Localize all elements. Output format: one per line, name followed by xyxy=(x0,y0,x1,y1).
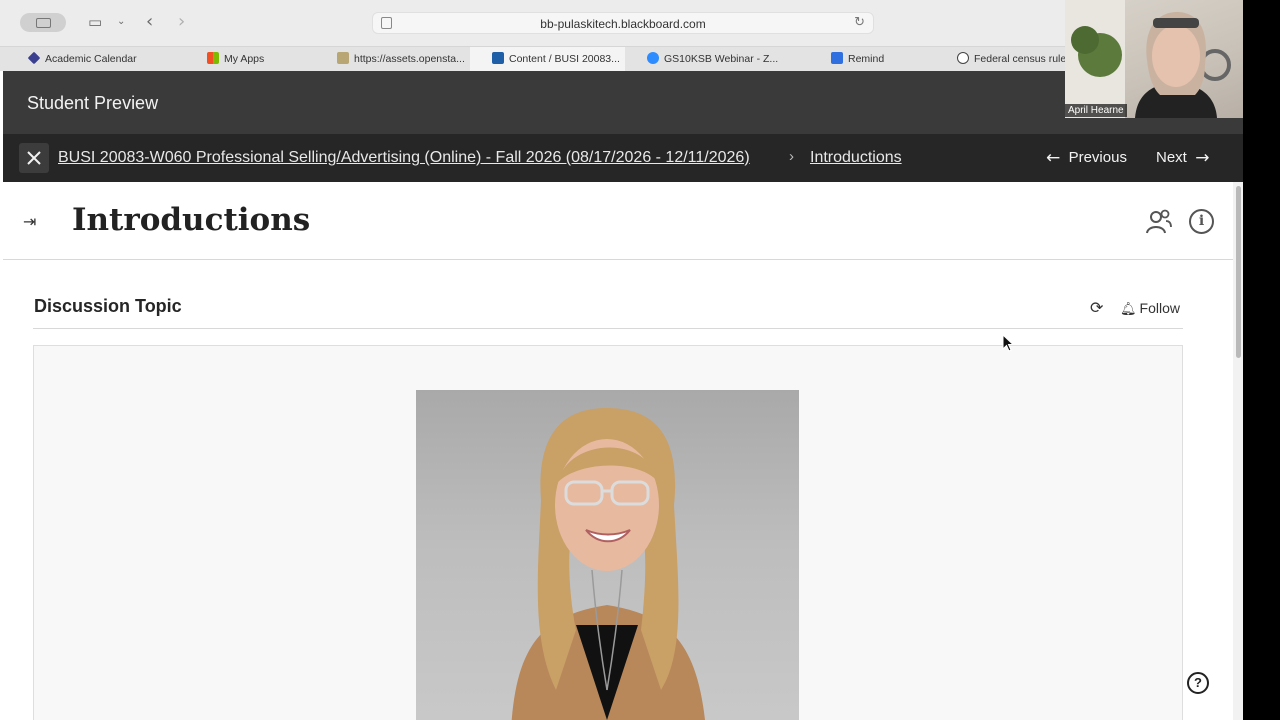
page-title: Introductions xyxy=(72,202,311,238)
reload-icon[interactable]: ↻ xyxy=(854,15,865,30)
breadcrumb-separator: › xyxy=(789,148,794,165)
info-icon[interactable]: i xyxy=(1189,209,1214,234)
portrait-photo xyxy=(416,390,799,720)
tab-overview-button[interactable] xyxy=(20,13,66,32)
breadcrumb-course-link[interactable]: BUSI 20083-W060 Professional Selling/Adv… xyxy=(58,149,750,167)
arrow-left-icon: ← xyxy=(1046,148,1061,168)
bookmark-remind[interactable]: Remind xyxy=(831,52,884,65)
discussion-heading: Discussion Topic xyxy=(34,296,182,316)
back-icon[interactable]: ‹ xyxy=(146,12,153,32)
refresh-icon[interactable]: ⟳ xyxy=(1090,298,1103,317)
previous-button[interactable]: ← Previous xyxy=(1046,148,1127,168)
divider xyxy=(33,328,1183,329)
bookmark-academic-calendar[interactable]: Academic Calendar xyxy=(27,51,137,65)
scrollbar-thumb[interactable] xyxy=(1236,186,1241,358)
zoom-icon xyxy=(647,52,659,64)
address-bar[interactable]: bb-pulaskitech.blackboard.com ↻ xyxy=(372,12,874,34)
follow-button[interactable]: 🔔︎ Follow xyxy=(1120,300,1180,317)
browser-window: ▭ ⌄ ‹ › bb-pulaskitech.blackboard.com ↻ … xyxy=(0,0,1243,720)
microsoft-icon xyxy=(207,52,219,64)
forward-icon[interactable]: › xyxy=(178,12,185,32)
close-icon xyxy=(27,151,41,165)
participants-icon[interactable] xyxy=(1145,208,1173,236)
screen-edge xyxy=(1243,0,1280,720)
url-text: bb-pulaskitech.blackboard.com xyxy=(540,17,706,31)
chatgpt-icon xyxy=(957,52,969,64)
bookmark-federal-census[interactable]: Federal census rule xyxy=(957,52,1066,65)
bookmark-my-apps[interactable]: My Apps xyxy=(207,52,264,65)
bookmark-openstax[interactable]: https://assets.opensta... xyxy=(337,52,465,65)
student-preview-banner: Student Preview xyxy=(3,71,1243,134)
student-preview-title: Student Preview xyxy=(27,93,159,113)
blackboard-icon xyxy=(492,52,504,64)
close-button[interactable] xyxy=(19,143,49,173)
browser-toolbar: ▭ ⌄ ‹ › bb-pulaskitech.blackboard.com ↻ xyxy=(0,0,1243,46)
webcam-overlay xyxy=(1065,0,1243,118)
stack-icon xyxy=(337,52,349,64)
remind-icon xyxy=(831,52,843,64)
next-button[interactable]: Next → xyxy=(1156,148,1209,168)
bookmarks-bar: Academic Calendar My Apps https://assets… xyxy=(0,46,1243,72)
arrow-right-icon: → xyxy=(1195,148,1210,168)
breadcrumb: BUSI 20083-W060 Professional Selling/Adv… xyxy=(3,134,1243,182)
breadcrumb-current-link[interactable]: Introductions xyxy=(810,149,902,167)
bookmark-zoom-webinar[interactable]: GS10KSB Webinar - Z... xyxy=(647,52,778,65)
expand-panel-icon[interactable]: ⇥ xyxy=(23,212,36,231)
diamond-icon xyxy=(27,51,41,65)
help-icon[interactable]: ? xyxy=(1187,672,1209,694)
webcam-name-label: April Hearne xyxy=(1065,104,1127,117)
mouse-cursor-icon xyxy=(1002,334,1014,352)
bookmark-content-busi[interactable]: Content / BUSI 20083... xyxy=(492,52,620,65)
content-header: ⇥ Introductions i xyxy=(3,182,1238,260)
sidebar-icon[interactable]: ▭ xyxy=(88,12,102,32)
bell-icon: 🔔︎ xyxy=(1120,302,1137,317)
chevron-down-icon[interactable]: ⌄ xyxy=(117,12,125,32)
